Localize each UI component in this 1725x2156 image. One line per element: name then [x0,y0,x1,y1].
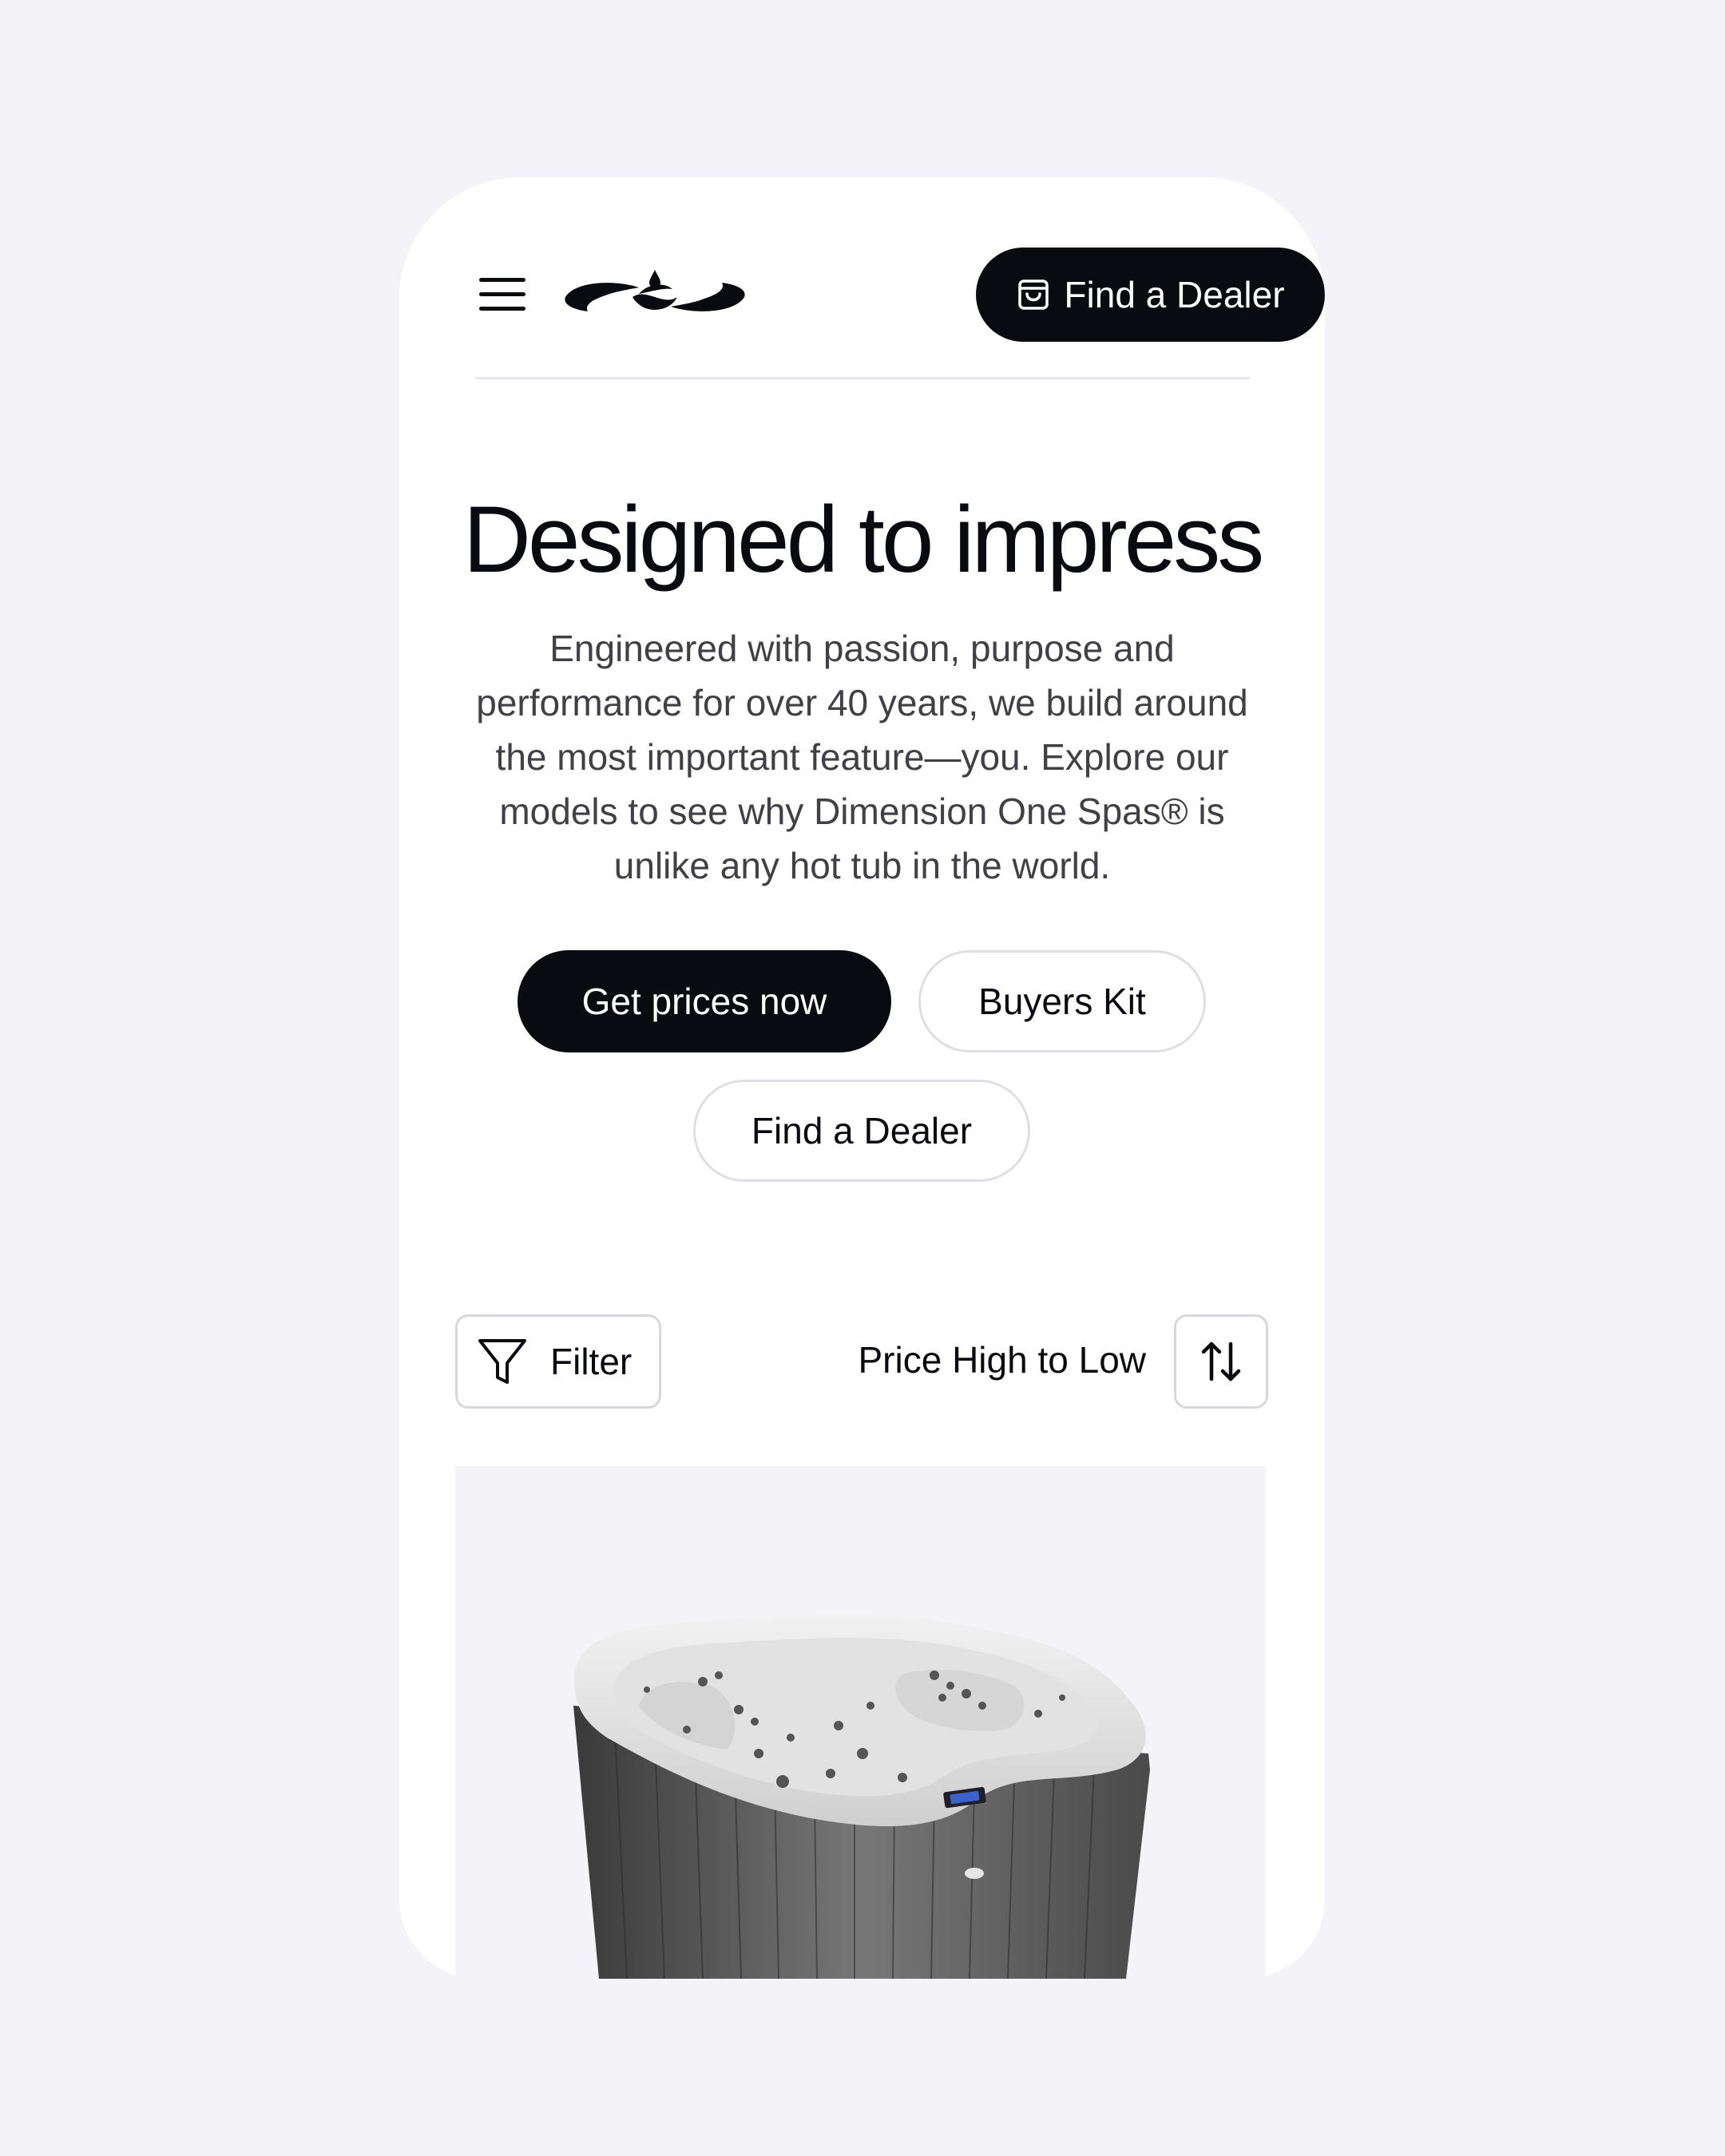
find-dealer-button[interactable]: Find a Dealer [693,1080,1030,1182]
product-card[interactable] [455,1466,1266,1979]
dimension-one-logo[interactable] [559,265,751,326]
hot-tub-photo [573,1615,1150,1979]
phone-frame: Find a Dealer Designed to impress Engine… [399,177,1325,1979]
sort-select[interactable]: Price High to Low [843,1338,1147,1381]
sort-arrows-icon [1201,1342,1241,1381]
find-dealer-header-label: Find a Dealer [1064,274,1285,315]
hero-description: Engineered with passion, purpose and per… [476,628,1248,886]
filter-button[interactable]: Filter [455,1314,661,1409]
sort-order-button[interactable] [1174,1314,1268,1409]
shopping-bag-icon [1018,279,1049,310]
funnel-icon [478,1339,526,1384]
hamburger-menu-icon[interactable] [475,273,525,315]
page-title: Designed to impress [462,487,1265,593]
buyers-kit-button[interactable]: Buyers Kit [918,950,1206,1052]
filter-label: Filter [550,1341,632,1382]
find-dealer-header-button[interactable]: Find a Dealer [976,248,1325,342]
header-divider [475,377,1250,379]
top-navigation: Find a Dealer [475,248,1325,342]
get-prices-button[interactable]: Get prices now [518,950,891,1052]
